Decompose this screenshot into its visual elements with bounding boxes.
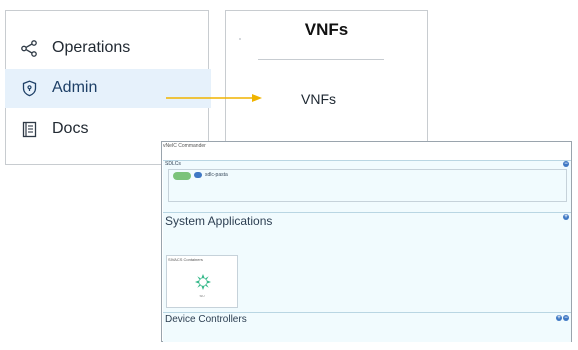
app-card[interactable]: SIVACS Containers SIU <box>166 255 238 308</box>
server-icon <box>194 172 202 178</box>
toggle-switch[interactable] <box>173 172 191 180</box>
app-logo-icon <box>195 274 211 290</box>
sidebar-item-label: Docs <box>52 120 89 137</box>
collapse-icon[interactable]: − <box>563 161 569 167</box>
vnfs-menu-item[interactable]: VNFs <box>301 91 336 107</box>
card-caption: SIU <box>199 294 205 298</box>
share-nodes-icon <box>21 40 38 57</box>
shield-icon <box>21 80 38 97</box>
card-title: SIVACS Containers <box>168 257 203 262</box>
sdlc-list: sdlc-pasta <box>168 169 567 202</box>
window-title: vNeIC Commander <box>163 143 206 149</box>
divider <box>258 59 384 60</box>
sdlcs-section: SDLCs − sdlc-pasta <box>163 160 571 213</box>
add-icon[interactable]: + <box>563 214 569 220</box>
vnec-commander-window: vNeIC Commander SDLCs − sdlc-pasta Syste… <box>161 141 572 342</box>
annotation-arrow <box>166 94 262 102</box>
system-applications-label: System Applications <box>165 214 273 228</box>
sidebar-item-label: Admin <box>52 79 98 96</box>
device-controllers-section: Device Controllers + − <box>163 312 571 342</box>
sidebar-item-operations[interactable]: Operations <box>5 29 211 68</box>
book-icon <box>21 121 38 138</box>
collapse-icon[interactable]: − <box>563 315 569 321</box>
sdlcs-section-label: SDLCs <box>165 161 181 167</box>
sdlc-chip-label: sdlc-pasta <box>205 172 228 178</box>
device-controllers-label: Device Controllers <box>165 314 247 325</box>
vnfs-panel-title: VNFs <box>304 20 349 39</box>
sdlc-chip[interactable]: sdlc-pasta <box>194 172 228 178</box>
sidebar-item-label: Operations <box>52 39 131 56</box>
divider-dot <box>239 38 241 40</box>
add-icon[interactable]: + <box>556 315 562 321</box>
system-applications-section: System Applications + SIVACS Containers … <box>163 212 571 312</box>
